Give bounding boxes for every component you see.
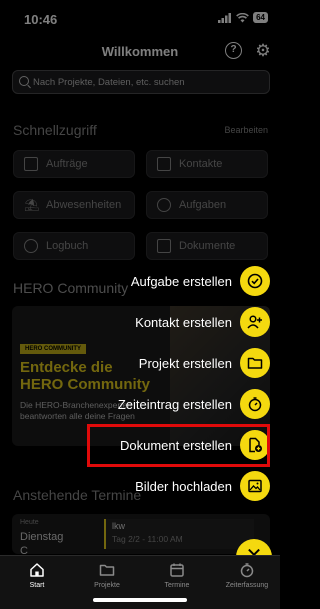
image-icon (248, 479, 262, 493)
action-button[interactable] (240, 307, 270, 337)
create-contact-action[interactable]: Kontakt erstellen (135, 307, 270, 337)
action-button[interactable] (240, 471, 270, 501)
timer-icon (240, 563, 254, 578)
upload-images-action[interactable]: Bilder hochladen (135, 471, 270, 501)
action-label: Bilder hochladen (135, 478, 232, 494)
folder-icon (99, 564, 115, 576)
create-time-entry-action[interactable]: Zeiteintrag erstellen (118, 389, 270, 419)
action-button[interactable] (240, 389, 270, 419)
tab-label: Zeiterfassung (225, 582, 269, 589)
create-project-action[interactable]: Projekt erstellen (139, 348, 270, 378)
tab-start[interactable]: Start (2, 562, 72, 589)
create-task-action[interactable]: Aufgabe erstellen (131, 266, 270, 296)
action-label: Kontakt erstellen (135, 314, 232, 330)
action-button[interactable] (240, 348, 270, 378)
folder-icon (247, 357, 263, 369)
home-icon (30, 563, 44, 577)
check-circle-icon (247, 273, 263, 289)
highlight-box (87, 424, 270, 467)
calendar-icon (170, 563, 184, 577)
action-label: Aufgabe erstellen (130, 273, 232, 289)
home-indicator (93, 598, 187, 602)
action-button[interactable] (240, 266, 270, 296)
action-label: Zeiteintrag erstellen (117, 396, 232, 412)
tab-label: Termine (164, 582, 190, 589)
timer-icon (248, 397, 262, 412)
tab-projects[interactable]: Projekte (72, 562, 142, 589)
add-person-icon (247, 315, 262, 329)
action-label: Projekt erstellen (138, 355, 232, 371)
tab-label: Projekte (94, 582, 120, 589)
tab-label: Start (29, 582, 45, 589)
tab-time-tracking[interactable]: Zeiterfassung (212, 562, 282, 589)
tab-appointments[interactable]: Termine (142, 562, 212, 589)
